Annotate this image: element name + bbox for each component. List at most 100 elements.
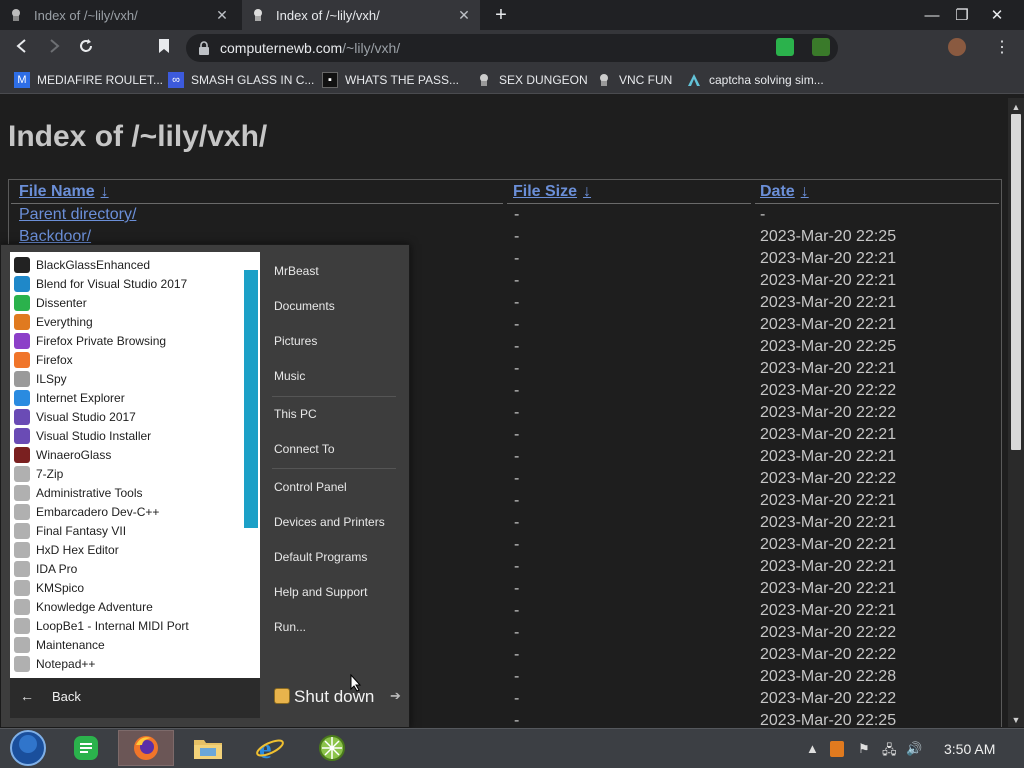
scroll-up-icon[interactable]: ▲ (1008, 100, 1024, 114)
program-item[interactable]: Notepad++ (14, 654, 95, 673)
program-item[interactable]: WinaeroGlass (14, 445, 111, 464)
bookmark-item[interactable]: ∞ SMASH GLASS IN C... (168, 71, 314, 89)
program-item[interactable]: Dissenter (14, 293, 87, 312)
back-arrow-icon[interactable]: ← (20, 688, 34, 704)
file-date: - (760, 206, 766, 223)
internet-explorer-taskbar-icon[interactable]: e (242, 730, 298, 766)
scroll-down-icon[interactable]: ▼ (1008, 713, 1024, 727)
volume-icon[interactable]: 🔊 (906, 741, 922, 757)
show-hidden-icons-icon[interactable]: ▲ (806, 741, 819, 757)
close-tab-icon[interactable]: ✕ (214, 7, 230, 23)
program-item[interactable]: Maintenance (14, 635, 105, 654)
dark-square-icon: ▪ (322, 72, 338, 88)
file-date: 2023-Mar-20 22:21 (760, 580, 897, 597)
start-menu-link[interactable]: Help and Support (274, 585, 367, 599)
back-bar[interactable] (10, 678, 260, 718)
start-menu-link[interactable]: Control Panel (274, 480, 347, 494)
bookmark-item[interactable]: SEX DUNGEON (476, 71, 588, 89)
url-host: computernewb.com (220, 40, 343, 56)
firefox-taskbar-icon[interactable] (118, 730, 174, 766)
folder-shortcut-icon (14, 655, 30, 672)
profile-avatar[interactable] (948, 38, 966, 56)
shutdown-options-arrow-icon[interactable]: ➔ (390, 688, 401, 704)
tab-1[interactable]: Index of /~lily/vxh/ ✕ (0, 0, 238, 30)
file-date: 2023-Mar-20 22:22 (760, 470, 897, 487)
start-menu-link[interactable]: This PC (274, 407, 317, 421)
start-menu-link[interactable]: Connect To (274, 442, 335, 456)
minimize-button[interactable]: — (915, 0, 949, 30)
program-item[interactable]: Embarcadero Dev-C++ (14, 502, 159, 521)
dissenter-taskbar-icon[interactable] (58, 730, 114, 766)
program-item[interactable]: HxD Hex Editor (14, 540, 119, 559)
start-menu-link[interactable]: Devices and Printers (274, 515, 385, 529)
program-label: Notepad++ (36, 656, 96, 671)
file-size: - (514, 250, 520, 267)
program-item[interactable]: BlackGlassEnhanced (14, 255, 150, 274)
ilspy-icon (14, 370, 30, 387)
program-item[interactable]: Firefox Private Browsing (14, 331, 166, 350)
start-menu-link[interactable]: Documents (274, 299, 335, 313)
back-arrow-icon[interactable] (12, 38, 32, 58)
maximize-button[interactable]: ❐ (945, 0, 979, 30)
programs-scrollbar[interactable] (244, 270, 258, 528)
back-button[interactable]: Back (52, 689, 81, 704)
menu-icon[interactable]: ⋮ (992, 38, 1012, 58)
file-size: - (514, 470, 520, 487)
program-item[interactable]: Knowledge Adventure (14, 597, 153, 616)
network-icon[interactable]: 🖧 (882, 741, 897, 757)
program-item[interactable]: ILSpy (14, 369, 67, 388)
bookmark-item[interactable]: VNC FUN (596, 71, 672, 89)
dissenter-extension-icon[interactable] (776, 38, 794, 56)
program-item[interactable]: Administrative Tools (14, 483, 143, 502)
folder-shortcut-icon (14, 617, 30, 634)
program-item[interactable]: Everything (14, 312, 93, 331)
column-header-name[interactable]: File Name ↓ (19, 183, 109, 201)
close-tab-icon[interactable]: ✕ (456, 7, 472, 23)
program-item[interactable]: Visual Studio 2017 (14, 407, 136, 426)
program-item[interactable]: IDA Pro (14, 559, 77, 578)
start-menu-link[interactable]: Music (274, 369, 305, 383)
url-text[interactable]: computernewb.com/~lily/vxh/ (220, 40, 400, 56)
start-menu-link[interactable]: Default Programs (274, 550, 367, 564)
file-size: - (514, 580, 520, 597)
globe-app-taskbar-icon[interactable] (304, 730, 360, 766)
column-header-size[interactable]: File Size ↓ (513, 183, 591, 201)
program-label: LoopBe1 - Internal MIDI Port (36, 618, 189, 633)
shutdown-button[interactable]: Shut down (294, 687, 374, 707)
column-header-date[interactable]: Date ↓ (760, 183, 809, 201)
table-row: Parent directory/ - - (9, 206, 1001, 228)
program-item[interactable]: LoopBe1 - Internal MIDI Port (14, 616, 189, 635)
start-menu-link[interactable]: Pictures (274, 334, 317, 348)
file-link[interactable]: Parent directory/ (19, 206, 136, 224)
start-orb-button[interactable] (0, 730, 56, 766)
clock[interactable]: 3:50 AM (944, 741, 995, 757)
tray-app-icon[interactable] (830, 741, 844, 757)
file-date: 2023-Mar-20 22:21 (760, 602, 897, 619)
tab-title: Index of /~lily/vxh/ (34, 7, 138, 23)
file-explorer-taskbar-icon[interactable] (180, 730, 236, 766)
start-menu-link[interactable]: Run... (274, 620, 306, 634)
program-item[interactable]: KMSpico (14, 578, 84, 597)
forward-arrow-icon[interactable] (44, 38, 64, 58)
bookmark-item[interactable]: captcha solving sim... (686, 71, 824, 89)
close-window-button[interactable]: ✕ (980, 0, 1014, 30)
bookmark-item[interactable]: M MEDIAFIRE ROULET... (14, 71, 163, 89)
new-tab-button[interactable]: + (490, 5, 512, 25)
program-item[interactable]: Blend for Visual Studio 2017 (14, 274, 187, 293)
file-size: - (514, 514, 520, 531)
program-item[interactable]: Firefox (14, 350, 73, 369)
ie-icon (14, 389, 30, 406)
tab-2[interactable]: Index of /~lily/vxh/ ✕ (242, 0, 480, 30)
program-item[interactable]: Internet Explorer (14, 388, 125, 407)
bookmark-item[interactable]: ▪ WHATS THE PASS... (322, 71, 459, 89)
scrollbar-thumb[interactable] (1011, 114, 1021, 450)
action-center-flag-icon[interactable]: ⚑ (858, 741, 870, 757)
bookmark-icon[interactable] (154, 38, 174, 58)
program-item[interactable]: Final Fantasy VII (14, 521, 126, 540)
file-date: 2023-Mar-20 22:22 (760, 382, 897, 399)
shield-extension-icon[interactable] (812, 38, 830, 56)
start-menu-link[interactable]: MrBeast (274, 264, 319, 278)
program-item[interactable]: Visual Studio Installer (14, 426, 151, 445)
program-item[interactable]: 7-Zip (14, 464, 63, 483)
reload-icon[interactable] (76, 38, 96, 58)
